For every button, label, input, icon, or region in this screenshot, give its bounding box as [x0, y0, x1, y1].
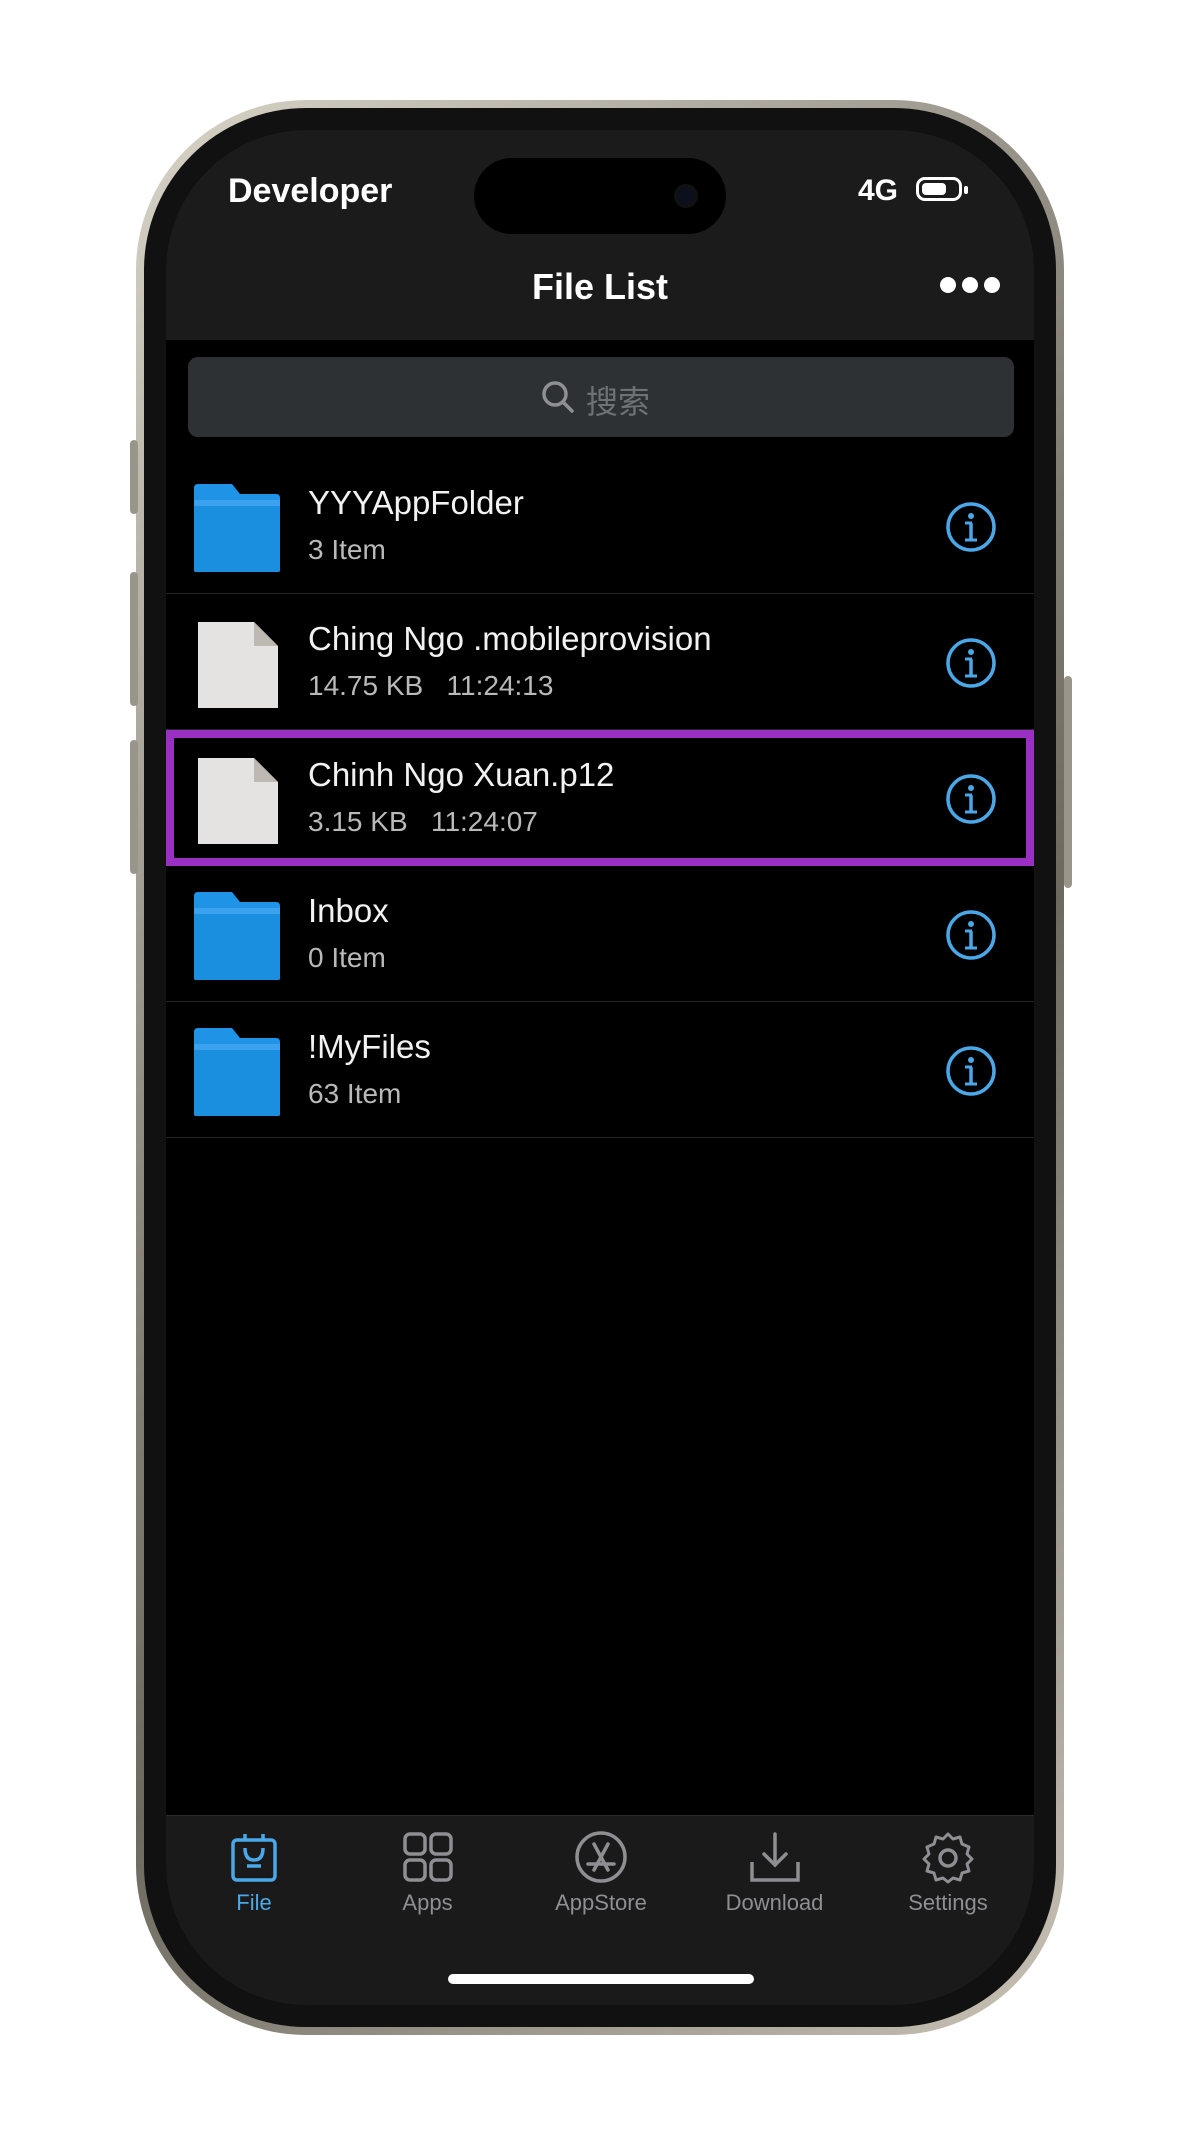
list-item[interactable]: Inbox 0 Item [166, 866, 1034, 1002]
search-icon [542, 381, 574, 413]
file-meta: 0 Item [308, 942, 386, 973]
file-meta: 14.75 KB 11:24:13 [308, 670, 554, 701]
list-item[interactable]: !MyFiles 63 Item [166, 1002, 1034, 1138]
tab-label: File [236, 1890, 272, 1915]
file-name: Chinh Ngo Xuan.p12 [308, 756, 615, 793]
carrier-label: Developer [228, 172, 393, 210]
tab-label: AppStore [555, 1890, 647, 1915]
folder-icon [192, 1026, 282, 1123]
tab-settings[interactable]: Settings [862, 1830, 1034, 1916]
tab-download[interactable]: Download [689, 1830, 861, 1916]
search-placeholder: 搜索 [586, 384, 651, 420]
home-indicator[interactable] [448, 1974, 754, 1984]
phone-screen: Developer 4G File List 搜索 YYYAppFolder 3 … [166, 130, 1034, 2005]
volume-down-button [130, 740, 138, 874]
battery-icon [916, 177, 968, 201]
folder-icon [192, 482, 282, 579]
tab-label: Settings [908, 1890, 988, 1915]
file-name: Inbox [308, 892, 389, 929]
tab-appstore[interactable]: AppStore [515, 1830, 687, 1916]
tab-label: Download [725, 1890, 824, 1915]
info-icon[interactable] [944, 1044, 998, 1103]
file-bag-icon [168, 1830, 340, 1884]
action-button [130, 440, 138, 514]
volume-up-button [130, 572, 138, 706]
tab-label: Apps [402, 1890, 453, 1915]
list-item[interactable]: Chinh Ngo Xuan.p12 3.15 KB 11:24:07 [166, 730, 1034, 866]
dynamic-island [474, 158, 726, 234]
file-meta: 3 Item [308, 534, 386, 565]
apps-grid-icon [342, 1830, 514, 1884]
list-item[interactable]: YYYAppFolder 3 Item [166, 458, 1034, 594]
file-meta: 63 Item [308, 1078, 402, 1109]
tab-apps[interactable]: Apps [342, 1830, 514, 1916]
file-meta: 3.15 KB 11:24:07 [308, 806, 538, 837]
info-icon[interactable] [944, 636, 998, 695]
info-icon[interactable] [944, 772, 998, 831]
ellipsis-icon[interactable] [940, 270, 1000, 300]
gear-icon [862, 1830, 1034, 1884]
list-item[interactable]: Ching Ngo .mobileprovision 14.75 KB 11:24… [166, 594, 1034, 730]
info-icon[interactable] [944, 500, 998, 559]
folder-icon [192, 890, 282, 987]
download-icon [689, 1830, 861, 1884]
power-button [1064, 676, 1072, 888]
tab-file[interactable]: File [168, 1830, 340, 1916]
search-input[interactable]: 搜索 [188, 357, 1014, 437]
file-list: YYYAppFolder 3 Item Ching Ngo .mobileprovi… [166, 458, 1034, 1138]
file-name: Ching Ngo .mobileprovision [308, 620, 712, 657]
search-area: 搜索 [166, 340, 1034, 458]
info-icon[interactable] [944, 908, 998, 967]
file-name: YYYAppFolder [308, 484, 524, 521]
document-icon [192, 618, 282, 715]
file-name: !MyFiles [308, 1028, 431, 1065]
camera-icon [674, 184, 698, 208]
document-icon [192, 754, 282, 851]
network-label: 4G [858, 174, 899, 207]
page-title: File List [531, 266, 669, 307]
appstore-icon [515, 1830, 687, 1884]
